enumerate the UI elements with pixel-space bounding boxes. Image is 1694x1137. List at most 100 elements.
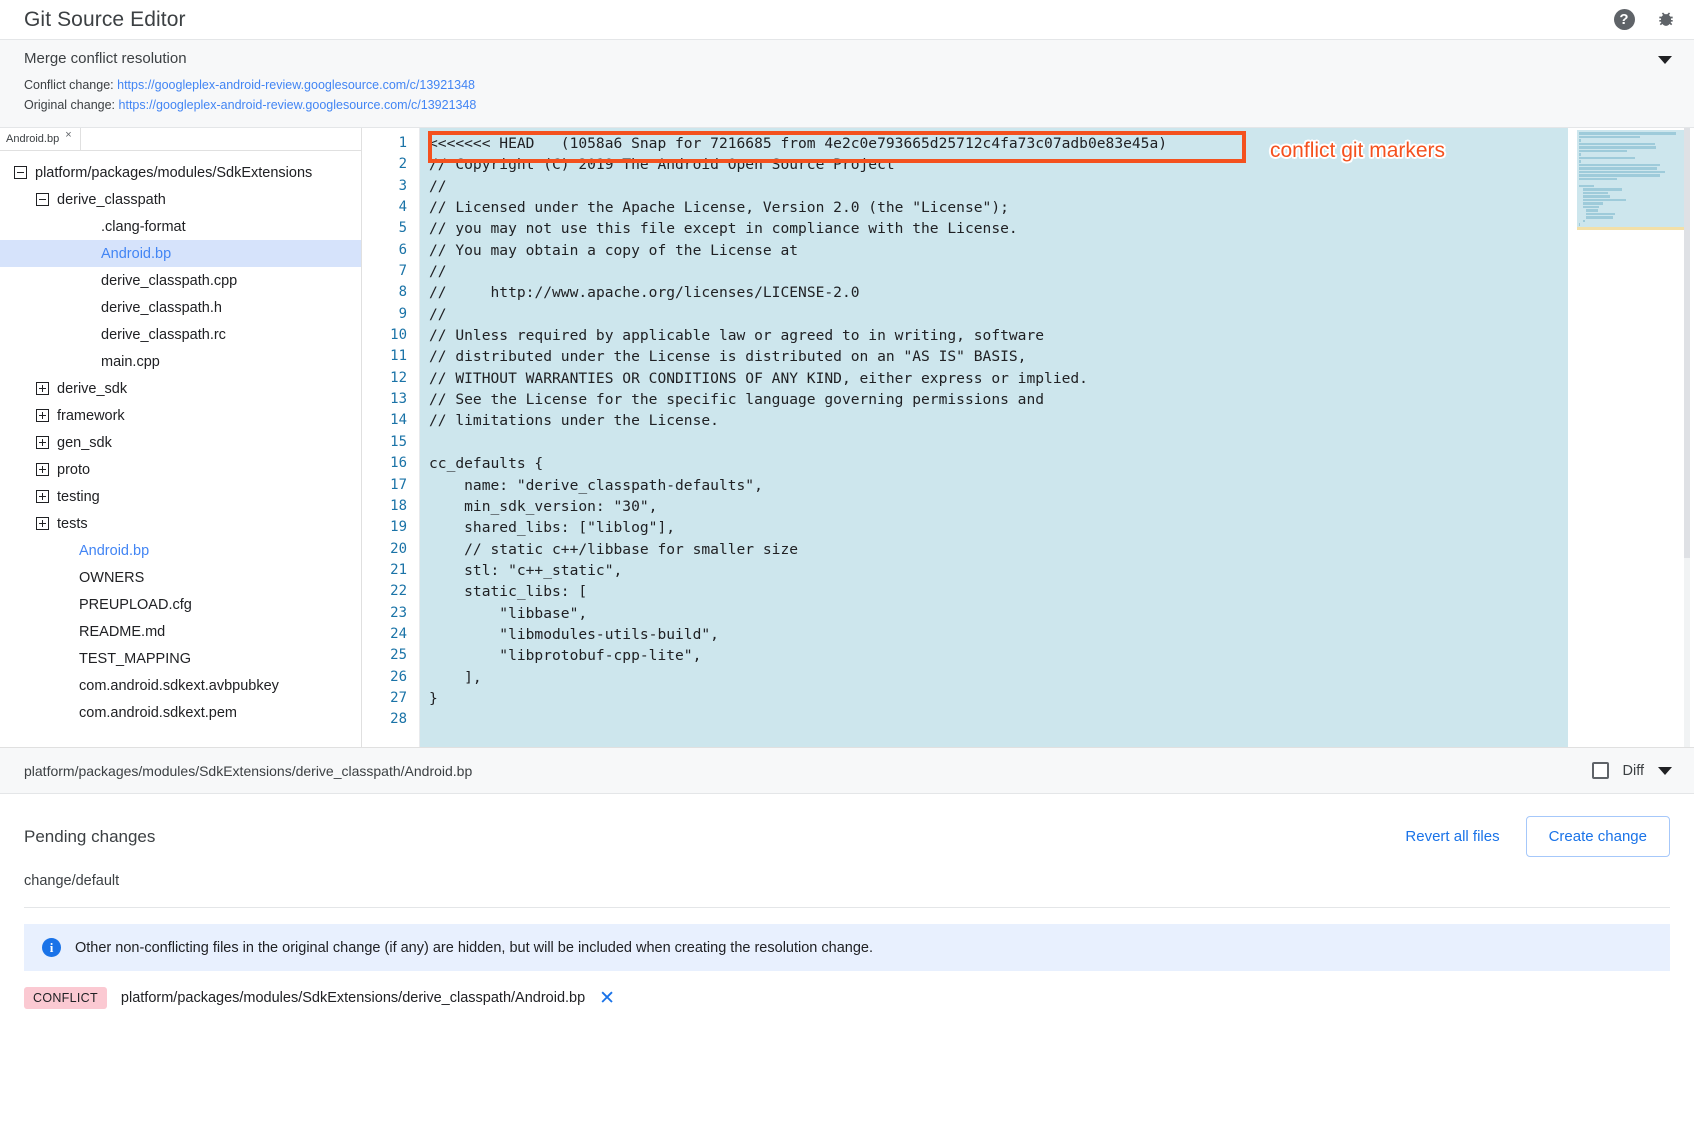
info-banner-text: Other non-conflicting files in the origi…	[75, 940, 873, 956]
minimap-line	[1583, 199, 1627, 202]
original-change-row: Original change: https://googleplex-andr…	[24, 95, 1674, 115]
tree-item[interactable]: derive_classpath.cpp	[0, 267, 361, 294]
line-number: 7	[362, 261, 419, 282]
code-line: // Unless required by applicable law or …	[420, 325, 1568, 346]
tree-item[interactable]: derive_classpath.rc	[0, 321, 361, 348]
tree-item-label: testing	[57, 489, 100, 505]
chevron-down-icon[interactable]	[1658, 56, 1672, 64]
code-line: static_libs: [	[420, 581, 1568, 602]
original-change-link[interactable]: https://googleplex-android-review.google…	[119, 98, 477, 112]
editor-scrollbar-thumb[interactable]	[1684, 128, 1690, 558]
create-change-button[interactable]: Create change	[1526, 816, 1670, 857]
pending-changes-actions: Revert all files Create change	[1401, 816, 1670, 857]
pending-changes-title: Pending changes	[24, 827, 155, 847]
tree-item[interactable]: derive_sdk	[0, 375, 361, 402]
status-bar-actions: Diff	[1592, 762, 1673, 779]
line-number: 6	[362, 240, 419, 261]
tree-item[interactable]: README.md	[0, 618, 361, 645]
minimap-line	[1579, 136, 1640, 139]
conflict-change-label: Conflict change:	[24, 78, 114, 92]
line-number: 5	[362, 218, 419, 239]
tree-item[interactable]: Android.bp	[0, 537, 361, 564]
minimap-line	[1579, 132, 1676, 135]
code-line: // you may not use this file except in c…	[420, 218, 1568, 239]
tree-item[interactable]: framework	[0, 402, 361, 429]
tree-item[interactable]: TEST_MAPPING	[0, 645, 361, 672]
app-header-actions: ?	[1612, 8, 1678, 32]
revert-all-files-button[interactable]: Revert all files	[1401, 822, 1503, 851]
line-number: 13	[362, 389, 419, 410]
tree-item[interactable]: main.cpp	[0, 348, 361, 375]
tree-item-label: derive_sdk	[57, 381, 127, 397]
code-inline-link[interactable]: http://www.apache.org/licenses/LICENSE-2…	[491, 284, 860, 301]
expand-icon[interactable]	[36, 490, 49, 503]
minimap-conflict-marker	[1577, 227, 1685, 230]
tree-item[interactable]: derive_classpath.h	[0, 294, 361, 321]
code-line: name: "derive_classpath-defaults",	[420, 475, 1568, 496]
app-header: Git Source Editor ?	[0, 0, 1694, 40]
diff-options-chevron-down-icon[interactable]	[1658, 767, 1672, 775]
tree-item[interactable]: PREUPLOAD.cfg	[0, 591, 361, 618]
code-line: //	[420, 304, 1568, 325]
tree-item-label: framework	[57, 408, 125, 424]
diff-checkbox[interactable]	[1592, 762, 1609, 779]
tree-item[interactable]: com.android.sdkext.pem	[0, 699, 361, 726]
minimap[interactable]	[1577, 130, 1685, 230]
expand-icon[interactable]	[36, 382, 49, 395]
merge-conflict-header: Merge conflict resolution Conflict chang…	[0, 40, 1694, 128]
tree-item[interactable]: tests	[0, 510, 361, 537]
minimap-line	[1579, 223, 1580, 226]
info-banner: i Other non-conflicting files in the ori…	[24, 924, 1670, 971]
diff-label: Diff	[1623, 763, 1645, 779]
line-number: 18	[362, 496, 419, 517]
collapse-icon[interactable]	[14, 166, 27, 179]
tree-item-label: derive_classpath	[57, 192, 166, 208]
minimap-line	[1579, 185, 1594, 188]
tree-item-label: gen_sdk	[57, 435, 112, 451]
minimap-line	[1579, 164, 1660, 167]
minimap-line	[1579, 157, 1635, 160]
tree-item[interactable]: gen_sdk	[0, 429, 361, 456]
code-line: //	[420, 176, 1568, 197]
original-change-label: Original change:	[24, 98, 115, 112]
code-content[interactable]: <<<<<<< HEAD (1058a6 Snap for 7216685 fr…	[420, 128, 1568, 747]
close-icon[interactable]: ×	[65, 128, 71, 142]
tree-item[interactable]: com.android.sdkext.avbpubkey	[0, 672, 361, 699]
tab-android-bp[interactable]: Android.bp ×	[0, 128, 81, 150]
expand-icon[interactable]	[36, 436, 49, 449]
expand-icon[interactable]	[36, 409, 49, 422]
conflict-file-row: CONFLICT platform/packages/modules/SdkEx…	[0, 971, 1694, 1009]
tree-item[interactable]: platform/packages/modules/SdkExtensions	[0, 159, 361, 186]
tree-item[interactable]: Android.bp	[0, 240, 361, 267]
expand-icon[interactable]	[36, 463, 49, 476]
minimap-pane[interactable]	[1568, 128, 1694, 747]
tree-item[interactable]: testing	[0, 483, 361, 510]
pending-branch-label: change/default	[24, 873, 1670, 908]
expand-icon[interactable]	[36, 517, 49, 530]
bug-icon[interactable]	[1654, 8, 1678, 32]
tree-item-label: platform/packages/modules/SdkExtensions	[35, 165, 312, 181]
code-editor[interactable]: 1234567891011121314151617181920212223242…	[362, 128, 1694, 747]
line-number: 12	[362, 368, 419, 389]
collapse-icon[interactable]	[36, 193, 49, 206]
conflict-change-link[interactable]: https://googleplex-android-review.google…	[117, 78, 475, 92]
tree-item-label: derive_classpath.rc	[101, 327, 226, 343]
tree-item[interactable]: OWNERS	[0, 564, 361, 591]
file-tree-pane: Android.bp × platform/packages/modules/S…	[0, 128, 362, 747]
page-title: Git Source Editor	[24, 8, 186, 32]
tree-item[interactable]: proto	[0, 456, 361, 483]
minimap-line	[1579, 150, 1627, 153]
minimap-line	[1583, 220, 1585, 223]
tree-item-label: Android.bp	[101, 246, 171, 262]
tree-item[interactable]: .clang-format	[0, 213, 361, 240]
close-icon[interactable]: ✕	[599, 989, 615, 1008]
line-number: 2	[362, 154, 419, 175]
line-number: 26	[362, 667, 419, 688]
tree-item[interactable]: derive_classpath	[0, 186, 361, 213]
code-line: // Licensed under the Apache License, Ve…	[420, 197, 1568, 218]
help-icon[interactable]: ?	[1612, 8, 1636, 32]
code-line: // See the License for the specific lang…	[420, 389, 1568, 410]
code-line: // limitations under the License.	[420, 410, 1568, 431]
line-number: 14	[362, 410, 419, 431]
minimap-line	[1579, 174, 1660, 177]
